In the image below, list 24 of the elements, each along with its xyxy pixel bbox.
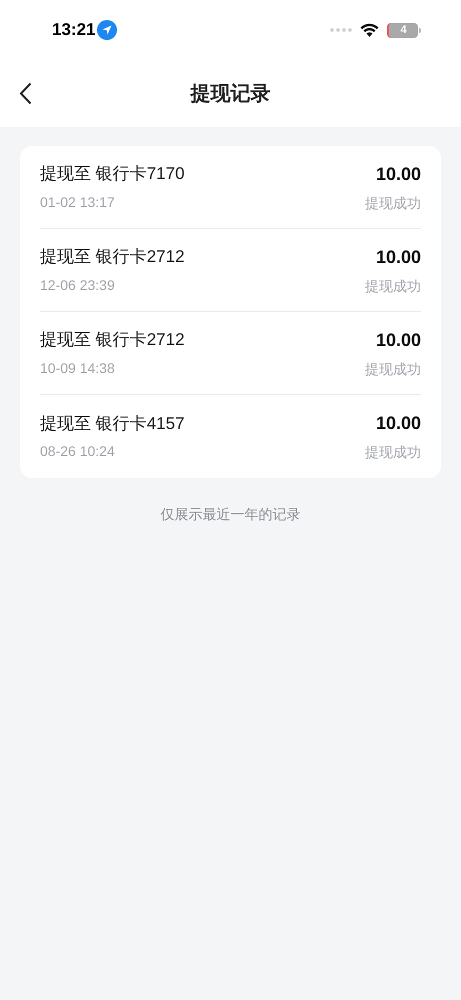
record-amount: 10.00 [376, 162, 421, 186]
footer-note: 仅展示最近一年的记录 [160, 505, 300, 524]
record-time: 08-26 10:24 [40, 442, 116, 462]
record-title: 提现至 银行卡7170 [40, 163, 185, 186]
record-time: 12-06 23:39 [40, 276, 116, 295]
record-status: 提现成功 [365, 360, 421, 378]
record-title: 提现至 银行卡4157 [40, 412, 185, 435]
battery-level: 4 [387, 22, 418, 38]
record-title: 提现至 银行卡2712 [40, 329, 185, 352]
record-status: 提现成功 [365, 443, 421, 462]
record-amount: 10.00 [376, 328, 421, 352]
record-status: 提现成功 [365, 194, 421, 212]
record-amount: 10.00 [376, 246, 421, 268]
record-amount: 10.00 [376, 412, 421, 435]
record-title: 提现至 银行卡2712 [40, 246, 185, 268]
record-time: 10-09 14:38 [40, 358, 116, 378]
status-time: 13:21 [52, 19, 96, 42]
wifi-icon [360, 23, 379, 37]
back-icon[interactable] [19, 82, 32, 105]
location-icon [97, 20, 118, 40]
page-title: 提现记录 [190, 82, 270, 106]
record-time: 01-02 13:17 [40, 192, 116, 212]
record-status: 提现成功 [365, 276, 421, 296]
signal-icon [330, 28, 352, 32]
